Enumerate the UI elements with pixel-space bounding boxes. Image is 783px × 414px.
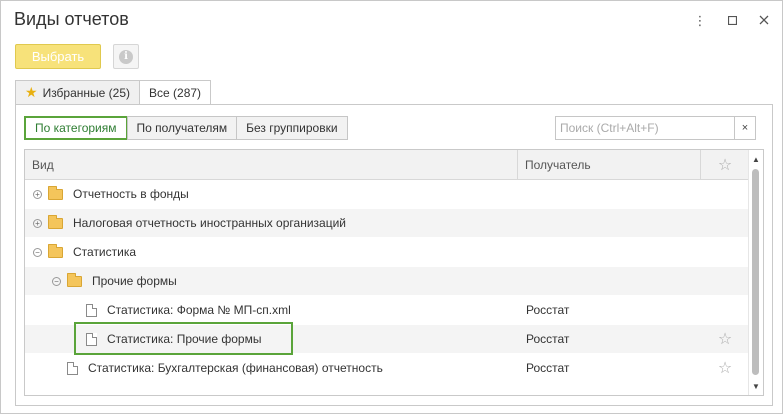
close-icon[interactable] — [758, 13, 770, 27]
search-input[interactable]: Поиск (Ctrl+Alt+F) — [555, 116, 735, 140]
cell-favorite[interactable] — [701, 296, 749, 324]
report-row[interactable]: Статистика: Прочие формы Росстат ☆ — [25, 322, 749, 355]
tab-panel: По категориям По получателям Без группир… — [15, 104, 773, 406]
cell-favorite[interactable] — [701, 238, 749, 266]
cell-vid: Статистика: Форма № МП-сп.xml — [25, 296, 518, 324]
report-row[interactable]: Статистика: Форма № МП-сп.xml Росстат — [25, 296, 749, 325]
cell-vid: + Налоговая отчетность иностранных органи… — [25, 209, 518, 237]
cell-recipient: Росстат — [526, 332, 570, 346]
row-label: Прочие формы — [92, 274, 177, 288]
folder-row[interactable]: + Отчетность в фонды — [25, 180, 749, 209]
star-outline-icon[interactable]: ☆ — [718, 358, 732, 378]
document-icon — [86, 303, 97, 317]
cell-favorite[interactable] — [701, 180, 749, 208]
row-label: Статистика: Бухгалтерская (финансовая) о… — [88, 361, 383, 375]
scroll-down-icon[interactable]: ▼ — [749, 380, 763, 392]
folder-row[interactable]: − Прочие формы — [25, 267, 749, 296]
window-title: Виды отчетов — [14, 9, 129, 29]
cell-recipient: Росстат — [526, 303, 570, 317]
cell-vid: Статистика: Прочие формы — [25, 322, 518, 355]
reports-grid: Вид Получатель ☆ + Отчетность в фонды + Нал… — [24, 149, 764, 396]
group-by-recipient-button[interactable]: По получателям — [126, 116, 238, 140]
tab-favorites[interactable]: ★ Избранные (25) — [15, 80, 141, 105]
document-icon — [67, 361, 78, 375]
cell-recipient — [518, 180, 701, 208]
vertical-scrollbar[interactable]: ▲ ▼ — [748, 150, 763, 395]
expand-icon[interactable]: + — [33, 218, 42, 228]
scrollbar-thumb[interactable] — [752, 169, 759, 375]
star-outline-icon[interactable]: ☆ — [718, 329, 732, 349]
folder-row[interactable]: − Статистика — [25, 238, 749, 267]
column-header-recipient[interactable]: Получатель — [518, 150, 701, 179]
cell-vid: Статистика: Бухгалтерская (финансовая) о… — [25, 354, 518, 382]
info-icon: i — [119, 49, 133, 64]
cell-recipient — [518, 238, 701, 266]
grouping-buttons: По категориям По получателям Без группир… — [24, 116, 348, 140]
folder-row[interactable]: + Налоговая отчетность иностранных органи… — [25, 209, 749, 238]
collapse-icon[interactable]: − — [52, 276, 61, 286]
cell-favorite[interactable]: ☆ — [701, 354, 749, 382]
search-clear-button[interactable]: × — [735, 116, 756, 140]
row-label: Отчетность в фонды — [73, 187, 189, 201]
folder-icon — [67, 272, 82, 287]
group-by-category-button[interactable]: По категориям — [24, 116, 128, 140]
row-label: Статистика: Форма № МП-сп.xml — [107, 303, 291, 317]
tab-all[interactable]: Все (287) — [139, 80, 212, 106]
folder-icon — [48, 243, 63, 258]
cell-vid: + Отчетность в фонды — [25, 180, 518, 208]
star-outline-icon: ☆ — [717, 156, 733, 174]
maximize-icon[interactable] — [726, 13, 738, 27]
cell-vid: − Прочие формы — [25, 267, 518, 295]
collapse-icon[interactable]: − — [33, 247, 42, 257]
cell-recipient — [518, 267, 701, 295]
cell-favorite[interactable]: ☆ — [701, 325, 749, 353]
report-row[interactable]: Статистика: Бухгалтерская (финансовая) о… — [25, 354, 749, 383]
no-grouping-button[interactable]: Без группировки — [236, 116, 348, 140]
star-icon: ★ — [25, 84, 38, 100]
cell-vid: − Статистика — [25, 238, 518, 266]
grid-header: Вид Получатель ☆ — [25, 150, 749, 180]
document-icon — [86, 332, 97, 346]
cell-favorite[interactable] — [701, 209, 749, 237]
report-types-window: Виды отчетов ⋮ Выбрать i ★ Избранные (25… — [0, 0, 783, 414]
folder-icon — [48, 214, 63, 229]
column-header-favorite[interactable]: ☆ — [701, 150, 749, 179]
cell-recipient — [518, 209, 701, 237]
more-vertical-icon[interactable]: ⋮ — [694, 13, 707, 27]
select-button[interactable]: Выбрать — [15, 44, 101, 69]
row-label: Налоговая отчетность иностранных организ… — [73, 216, 346, 230]
folder-icon — [48, 185, 63, 200]
window-controls: ⋮ — [694, 13, 770, 27]
info-button[interactable]: i — [113, 44, 139, 69]
cell-favorite[interactable] — [701, 267, 749, 295]
expand-icon[interactable]: + — [33, 189, 42, 199]
row-label: Статистика: Прочие формы — [107, 332, 262, 346]
tab-all-label: Все (287) — [149, 86, 202, 100]
scroll-up-icon[interactable]: ▲ — [749, 153, 763, 165]
tab-favorites-label: Избранные (25) — [42, 85, 131, 100]
grid-rows: + Отчетность в фонды + Налоговая отчетность… — [25, 180, 749, 383]
column-header-vid[interactable]: Вид — [25, 150, 518, 179]
row-label: Статистика — [73, 245, 137, 259]
cell-recipient: Росстат — [526, 361, 570, 375]
tabs: ★ Избранные (25) Все (287) — [15, 80, 212, 106]
